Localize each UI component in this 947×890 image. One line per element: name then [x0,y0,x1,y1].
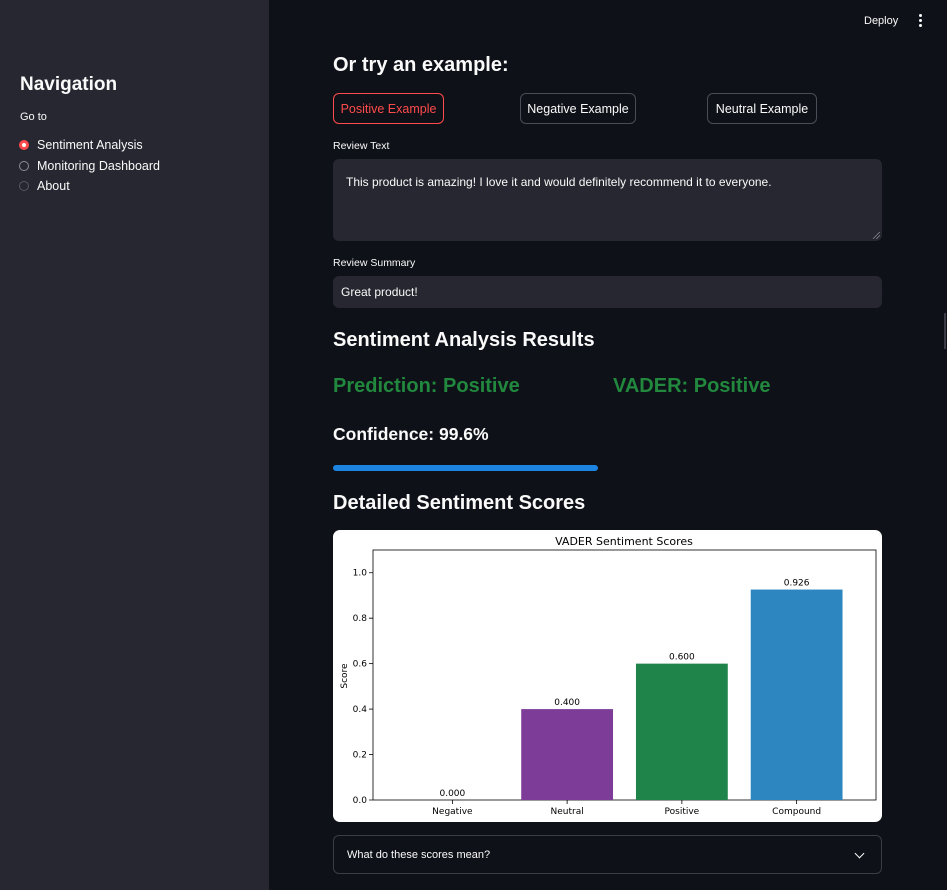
confidence-progress-bar [333,465,882,471]
vader-scores-chart: VADER Sentiment Scores Score 0.0 0.2 0.4 0.… [333,530,882,822]
resize-handle-icon[interactable] [873,232,880,239]
kebab-menu-icon[interactable] [914,14,926,30]
bar-value-label: 0.926 [784,579,810,589]
positive-example-button[interactable]: Positive Example [333,93,444,124]
sidebar: Navigation Go to Sentiment Analysis Moni… [0,0,269,890]
negative-example-button[interactable]: Negative Example [520,93,636,124]
bar-value-label: 0.600 [669,653,695,663]
sidebar-title: Navigation [20,74,118,95]
y-tick-label: 0.0 [353,796,368,806]
radio-selected-icon [19,140,29,151]
review-text-label: Review Text [333,140,390,152]
y-tick-label: 0.8 [353,614,368,624]
x-tick-label: Positive [665,807,700,817]
nav-radio-sentiment-analysis[interactable]: Sentiment Analysis [19,135,160,156]
y-tick-label: 0.2 [353,751,367,761]
radio-unselected-icon [19,181,29,192]
radio-unselected-icon [19,160,29,171]
bar-value-label: 0.000 [439,789,465,799]
bar-positive [635,663,728,800]
results-heading: Sentiment Analysis Results [333,329,595,351]
y-tick-label: 0.6 [353,660,368,670]
page-scrollbar[interactable] [944,313,946,349]
goto-label: Go to [20,111,47,123]
scores-explainer-expander[interactable]: What do these scores mean? [333,835,882,874]
chevron-down-icon [854,848,865,859]
detailed-heading: Detailed Sentiment Scores [333,492,586,514]
deploy-button[interactable]: Deploy [864,15,898,27]
expander-label: What do these scores mean? [347,848,491,861]
review-summary-input[interactable]: Great product! [333,276,882,308]
review-text-area[interactable]: This product is amazing! I love it and w… [333,159,882,241]
bar-neutral [521,709,614,800]
x-tick-label: Negative [432,807,473,817]
neutral-example-button[interactable]: Neutral Example [707,93,817,124]
chart-title: VADER Sentiment Scores [555,535,693,548]
review-text-value: This product is amazing! I love it and w… [346,175,772,189]
confidence-progress-fill [333,465,598,471]
radio-label: Sentiment Analysis [37,138,143,153]
chart-y-axis-label: Score [340,663,350,689]
nav-radio-group: Sentiment Analysis Monitoring Dashboard … [19,135,160,197]
y-tick-label: 0.4 [353,705,368,715]
bar-compound [750,589,843,800]
vader-text: VADER: Positive [613,375,771,397]
x-tick-label: Compound [772,807,821,817]
review-summary-value: Great product! [341,285,418,299]
nav-radio-monitoring-dashboard[interactable]: Monitoring Dashboard [19,156,160,177]
prediction-text: Prediction: Positive [333,375,520,397]
confidence-text: Confidence: 99.6% [333,424,489,444]
radio-label: Monitoring Dashboard [37,158,160,173]
bar-value-label: 0.400 [554,698,580,708]
review-summary-label: Review Summary [333,257,416,269]
examples-heading: Or try an example: [333,54,509,76]
chart-svg: VADER Sentiment Scores Score 0.0 0.2 0.4 0.… [340,535,877,817]
x-tick-label: Neutral [551,807,584,817]
nav-radio-about[interactable]: About [19,176,160,197]
radio-label: About [37,179,70,194]
y-tick-label: 1.0 [353,569,368,579]
